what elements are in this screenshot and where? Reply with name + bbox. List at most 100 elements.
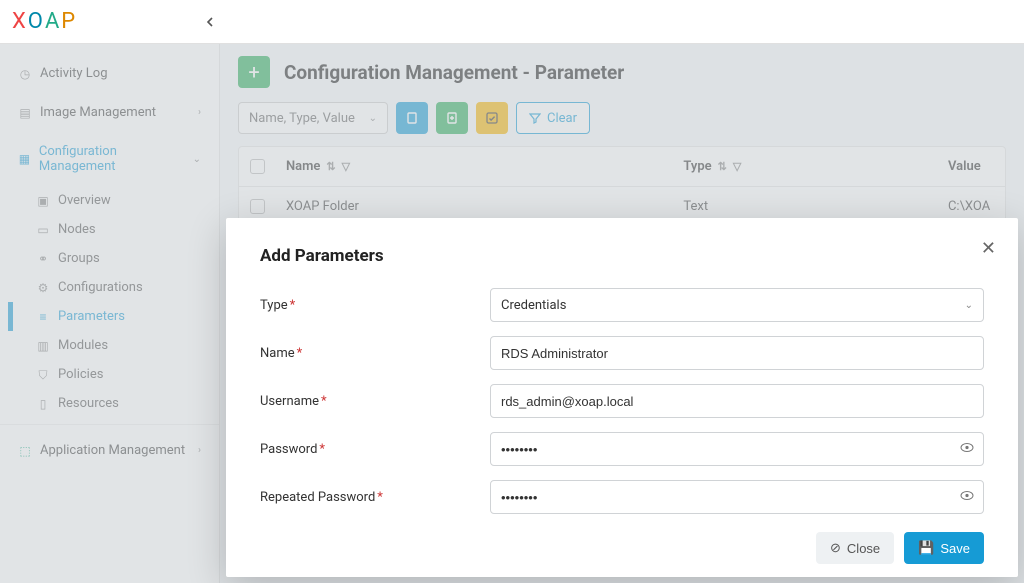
- password-input[interactable]: [490, 432, 984, 466]
- sidebar-collapse-button[interactable]: [198, 10, 222, 34]
- filter-icon: ▽: [733, 160, 741, 173]
- gear-icon: ⚙: [36, 281, 50, 295]
- sidebar-item-configuration-management[interactable]: ▦ Configuration Management ⌄: [0, 132, 219, 186]
- users-icon: ⚭: [36, 252, 50, 266]
- name-input[interactable]: [490, 336, 984, 370]
- validate-button[interactable]: [476, 102, 508, 134]
- funnel-icon: [529, 112, 541, 124]
- column-label: Name: [286, 159, 320, 174]
- column-header-name[interactable]: Name ⇅ ▽: [276, 147, 673, 186]
- add-parameters-modal: ✕ Add Parameters Type* Credentials ⌄ Nam…: [226, 218, 1018, 577]
- form-row-type: Type* Credentials ⌄: [260, 288, 984, 322]
- shield-icon: ⛉: [36, 368, 50, 382]
- close-button[interactable]: ⊘ Close: [816, 532, 894, 564]
- type-select[interactable]: Credentials ⌄: [490, 288, 984, 322]
- modules-icon: ▥: [36, 339, 50, 353]
- label-password: Password*: [260, 442, 490, 457]
- chevron-down-icon: ⌄: [193, 154, 201, 165]
- column-label: Value: [948, 159, 981, 174]
- form-row-password: Password*: [260, 432, 984, 466]
- add-parameter-button[interactable]: +: [238, 56, 270, 88]
- label-username: Username*: [260, 394, 490, 409]
- type-select-value: Credentials: [501, 298, 566, 313]
- modal-close-button[interactable]: ✕: [981, 238, 996, 259]
- close-button-label: Close: [847, 541, 880, 556]
- toolbar: Name, Type, Value ⌄ Clear: [238, 102, 1006, 134]
- sidebar-label: Activity Log: [40, 66, 108, 81]
- form-row-repeated-password: Repeated Password*: [260, 480, 984, 514]
- sidebar-item-image-management[interactable]: ▤ Image Management ›: [0, 93, 219, 132]
- sidebar-item-label: Overview: [58, 193, 111, 208]
- sliders-icon: ≡: [36, 310, 50, 324]
- toggle-repeated-password-visibility[interactable]: [960, 489, 974, 506]
- form-row-name: Name*: [260, 336, 984, 370]
- sidebar-item-policies[interactable]: ⛉ Policies: [8, 360, 219, 389]
- document-icon: [405, 111, 419, 125]
- sidebar-item-application-management[interactable]: ⬚ Application Management ›: [0, 431, 219, 470]
- sidebar-item-parameters[interactable]: ≡ Parameters: [8, 302, 219, 331]
- column-label: Type: [683, 159, 711, 174]
- chevron-right-icon: ›: [198, 107, 201, 118]
- sidebar-item-activity-log[interactable]: ◷ Activity Log: [0, 54, 219, 93]
- eye-icon: [960, 441, 974, 455]
- save-button-label: Save: [940, 541, 970, 556]
- sidebar-label: Image Management: [40, 105, 156, 120]
- checkbox-icon: [250, 159, 265, 174]
- brand-letter: A: [45, 9, 61, 34]
- save-icon: 💾: [918, 540, 934, 556]
- save-button[interactable]: 💾 Save: [904, 532, 984, 564]
- label-name: Name*: [260, 346, 490, 361]
- form-row-username: Username*: [260, 384, 984, 418]
- import-button[interactable]: [436, 102, 468, 134]
- sidebar: ◷ Activity Log ▤ Image Management › ▦ Co…: [0, 44, 220, 583]
- columns-picker-text: Name, Type, Value: [249, 111, 355, 126]
- brand-letter: P: [61, 9, 77, 34]
- sidebar-item-modules[interactable]: ▥ Modules: [8, 331, 219, 360]
- sort-icon: ⇅: [326, 160, 335, 173]
- divider: [0, 424, 219, 425]
- sidebar-item-resources[interactable]: ▯ Resources: [8, 389, 219, 418]
- image-icon: ▤: [18, 106, 32, 120]
- sort-icon: ⇅: [718, 160, 727, 173]
- sidebar-item-configurations[interactable]: ⚙ Configurations: [8, 273, 219, 302]
- chevron-right-icon: ›: [198, 445, 201, 456]
- plus-icon: +: [248, 60, 259, 84]
- label-repeated-password: Repeated Password*: [260, 490, 490, 505]
- sidebar-submenu-config: ▣ Overview ▭ Nodes ⚭ Groups ⚙ Configurat…: [0, 186, 219, 418]
- clear-label: Clear: [547, 111, 577, 126]
- table-header-row: Name ⇅ ▽ Type ⇅ ▽ Value: [239, 147, 1005, 187]
- document-plus-icon: [445, 111, 459, 125]
- sidebar-item-groups[interactable]: ⚭ Groups: [8, 244, 219, 273]
- toggle-password-visibility[interactable]: [960, 441, 974, 458]
- select-all-header[interactable]: [239, 147, 276, 186]
- filter-icon: ▽: [342, 160, 350, 173]
- monitor-icon: ▭: [36, 223, 50, 237]
- column-header-type[interactable]: Type ⇅ ▽: [673, 147, 938, 186]
- sidebar-item-label: Modules: [58, 338, 108, 353]
- sidebar-item-nodes[interactable]: ▭ Nodes: [8, 215, 219, 244]
- modal-title: Add Parameters: [260, 246, 984, 266]
- file-icon: ▯: [36, 397, 50, 411]
- sidebar-item-label: Nodes: [58, 222, 96, 237]
- modal-form: Type* Credentials ⌄ Name* Username* Pass…: [260, 288, 984, 514]
- columns-picker[interactable]: Name, Type, Value ⌄: [238, 102, 388, 134]
- sidebar-item-label: Parameters: [58, 309, 125, 324]
- chevron-down-icon: ⌄: [965, 300, 973, 311]
- clear-filters-button[interactable]: Clear: [516, 102, 590, 134]
- sidebar-item-overview[interactable]: ▣ Overview: [8, 186, 219, 215]
- bars-icon: ⬚: [18, 444, 32, 458]
- cancel-icon: ⊘: [830, 540, 841, 556]
- check-square-icon: [485, 111, 499, 125]
- export-button[interactable]: [396, 102, 428, 134]
- grid-icon: ▦: [18, 152, 31, 166]
- brand-letter: O: [28, 9, 45, 34]
- username-input[interactable]: [490, 384, 984, 418]
- page-header: + Configuration Management - Parameter: [238, 56, 1006, 88]
- repeated-password-input[interactable]: [490, 480, 984, 514]
- chevron-left-icon: [205, 17, 215, 27]
- dashboard-icon: ▣: [36, 194, 50, 208]
- sidebar-item-label: Resources: [58, 396, 119, 411]
- column-header-value[interactable]: Value: [938, 147, 1005, 186]
- label-type: Type*: [260, 298, 490, 313]
- sidebar-label: Configuration Management: [39, 144, 185, 174]
